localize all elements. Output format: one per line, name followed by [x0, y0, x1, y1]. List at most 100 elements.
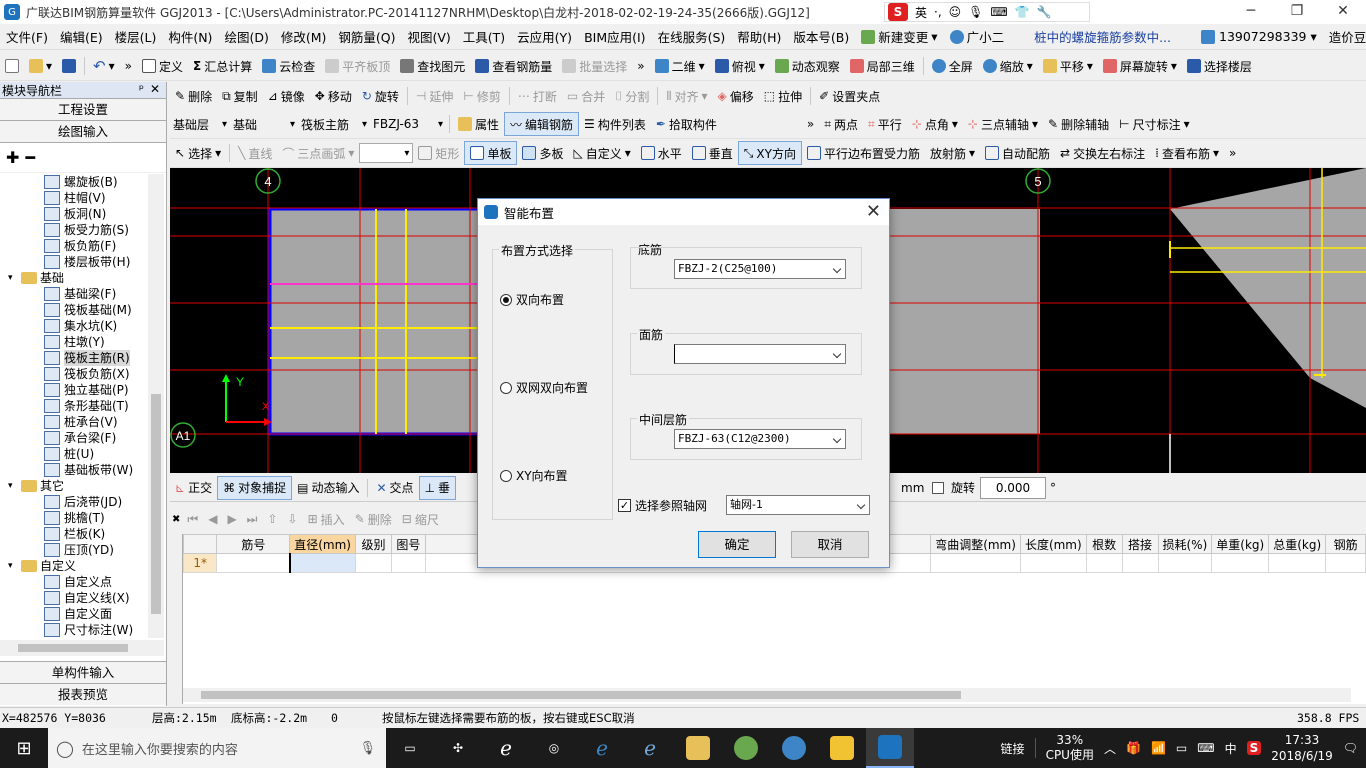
task-view-button[interactable]: ▭	[386, 728, 434, 768]
line-button[interactable]: ╲ 直线	[233, 141, 277, 165]
keyboard-tray-icon[interactable]: ⌨	[1197, 741, 1214, 755]
tree-item[interactable]: 螺旋板(B)	[0, 174, 148, 190]
tree-item[interactable]: 承台梁(F)	[0, 430, 148, 446]
flat-top-button[interactable]: 平齐板顶	[320, 54, 395, 78]
radio-xy-dot[interactable]	[500, 469, 512, 482]
wrench-icon[interactable]: 🔧	[1037, 5, 1052, 19]
taskbar-app-green[interactable]	[722, 728, 770, 768]
tree-folder[interactable]: ▾ 其它	[0, 478, 148, 494]
radio-double-net-dot[interactable]	[500, 381, 512, 394]
rotate-checkbox[interactable]	[932, 481, 944, 494]
single-slab-button[interactable]: 单板	[464, 141, 518, 165]
ime-punct-icon[interactable]: ·,	[934, 5, 942, 19]
skin-icon[interactable]: 👕	[1015, 5, 1030, 19]
dimension-dropdown[interactable]: ⊢ 尺寸标注 ▾	[1114, 112, 1195, 136]
tree-item[interactable]: 柱墩(Y)	[0, 334, 148, 350]
insert-row-button[interactable]: ⊞ 插入	[303, 507, 350, 531]
col-total-weight[interactable]: 总重(kg)	[1268, 534, 1327, 554]
merge-button[interactable]: ▭ 合并	[562, 84, 610, 108]
dynamic-view-button[interactable]: 动态观察	[770, 54, 845, 78]
cancel-button[interactable]: 取消	[791, 531, 869, 558]
ref-axis-check-icon[interactable]: ✓	[618, 499, 631, 512]
more-icon-2[interactable]: »	[632, 54, 649, 78]
menu-version[interactable]: 版本号(B)	[787, 27, 855, 46]
find-element-button[interactable]: 查找图元	[395, 54, 470, 78]
menu-member[interactable]: 构件(N)	[162, 27, 218, 46]
extend-button[interactable]: ⊣ 延伸	[411, 84, 458, 108]
batch-select-button[interactable]: 批量选择	[557, 54, 632, 78]
move-button[interactable]: ✥ 移动	[310, 84, 357, 108]
mirror-button[interactable]: ⊿ 镜像	[263, 84, 310, 108]
dynamic-input-toggle[interactable]: ▤ 动态输入	[292, 476, 364, 500]
copy-button[interactable]: ⧉ 复制	[217, 84, 263, 108]
radio-xy[interactable]: XY向布置	[500, 467, 568, 484]
dialog-title-bar[interactable]: 智能布置 ✕	[478, 199, 889, 225]
tree-folder[interactable]: ▾ 自定义	[0, 558, 148, 574]
property-button[interactable]: 属性	[453, 112, 504, 136]
vertical-button[interactable]: 垂直	[687, 141, 738, 165]
tree-item[interactable]: 桩(U)	[0, 446, 148, 462]
taskbar-app-explorer[interactable]	[674, 728, 722, 768]
menu-cloud[interactable]: 云应用(Y)	[511, 27, 578, 46]
tree-vertical-scrollbar[interactable]	[148, 174, 164, 638]
user-account[interactable]: 13907298339 ▾	[1195, 29, 1323, 44]
taskbar-app-ie2[interactable]: ℯ	[626, 728, 674, 768]
menu-bim[interactable]: BIM应用(I)	[578, 27, 652, 46]
ortho-toggle[interactable]: ⊾ 正交	[170, 476, 217, 500]
sum-calc-button[interactable]: Σ 汇总计算	[188, 54, 257, 78]
rotate-button[interactable]: ↻ 旋转	[357, 84, 404, 108]
cpu-usage[interactable]: 33% CPU使用	[1046, 733, 1094, 763]
menu-draw[interactable]: 绘图(D)	[218, 27, 274, 46]
prev-record-button[interactable]: ◀	[203, 507, 222, 531]
col-length[interactable]: 长度(mm)	[1019, 534, 1087, 554]
point-angle-dropdown[interactable]: ⊹ 点角 ▾	[907, 112, 963, 136]
ref-axis-select[interactable]: 轴网-1	[726, 495, 870, 515]
break-button[interactable]: ⋯ 打断	[513, 84, 562, 108]
col-bar-no[interactable]: 筋号	[216, 534, 291, 554]
next-record-button[interactable]: ▶	[222, 507, 241, 531]
col-loss[interactable]: 损耗(%)	[1157, 534, 1213, 554]
ok-button[interactable]: 确定	[698, 531, 776, 558]
project-settings-button[interactable]: 工程设置	[0, 99, 166, 121]
taskbar-app-fan[interactable]: ✣	[434, 728, 482, 768]
radio-bidirectional[interactable]: 双向布置	[500, 291, 564, 308]
network-icon[interactable]: 📶	[1151, 741, 1166, 755]
zoom-dropdown[interactable]: 缩放 ▾	[978, 54, 1038, 78]
tree-item[interactable]: 自定义面	[0, 606, 148, 622]
radio-bidirectional-dot[interactable]	[500, 293, 512, 306]
menu-online[interactable]: 在线服务(S)	[652, 27, 732, 46]
perpendicular-snap-toggle[interactable]: ⊥ 垂	[418, 475, 456, 500]
tree-item[interactable]: 筏板主筋(R)	[0, 350, 148, 366]
tree-item[interactable]: 筏板基础(M)	[0, 302, 148, 318]
intersection-snap-toggle[interactable]: ✕ 交点	[371, 476, 418, 500]
set-grip-button[interactable]: ✐ 设置夹点	[814, 84, 885, 108]
new-change-button[interactable]: 新建变更 ▾	[855, 27, 943, 46]
panel-close-icon[interactable]: ✕	[150, 82, 160, 96]
taskbar-app-edge[interactable]: ℯ	[578, 728, 626, 768]
tree-item[interactable]: 板负筋(F)	[0, 238, 148, 254]
tree-item[interactable]: 尺寸标注(W)	[0, 622, 148, 638]
input-lang[interactable]: 中	[1225, 740, 1237, 757]
tree-item[interactable]: 筏板负筋(X)	[0, 366, 148, 382]
taskbar-search[interactable]: ◯ 在这里输入你要搜索的内容 🎙	[48, 728, 386, 768]
taskbar-app-360[interactable]: ◎	[530, 728, 578, 768]
tree-item[interactable]: 自定义点	[0, 574, 148, 590]
select-dropdown[interactable]: ↖ 选择 ▾	[170, 141, 226, 165]
tree-item[interactable]: 基础梁(F)	[0, 286, 148, 302]
col-unit-weight[interactable]: 单重(kg)	[1211, 534, 1270, 554]
rotate-angle-input[interactable]: 0.000	[980, 476, 1046, 499]
parallel-edge-button[interactable]: 平行边布置受力筋	[802, 141, 925, 165]
delete-row-button[interactable]: ✎ 删除	[350, 507, 397, 531]
ref-axis-checkbox[interactable]: ✓ 选择参照轴网	[618, 497, 707, 514]
col-rebar[interactable]: 钢筋	[1325, 534, 1366, 554]
expand-arrow-icon[interactable]: ▾	[8, 478, 18, 494]
top-rebar-select[interactable]	[674, 344, 846, 364]
floor-select[interactable]: 基础层	[170, 114, 230, 134]
first-record-button[interactable]: ⏮	[182, 507, 203, 531]
gift-icon[interactable]: 🎁	[1126, 741, 1141, 755]
local-3d-button[interactable]: 局部三维	[845, 54, 920, 78]
tray-expand-icon[interactable]: ︿	[1104, 740, 1116, 757]
tree-item[interactable]: 条形基础(T)	[0, 398, 148, 414]
tree-item[interactable]: 后浇带(JD)	[0, 494, 148, 510]
tree-item[interactable]: 基础板带(W)	[0, 462, 148, 478]
